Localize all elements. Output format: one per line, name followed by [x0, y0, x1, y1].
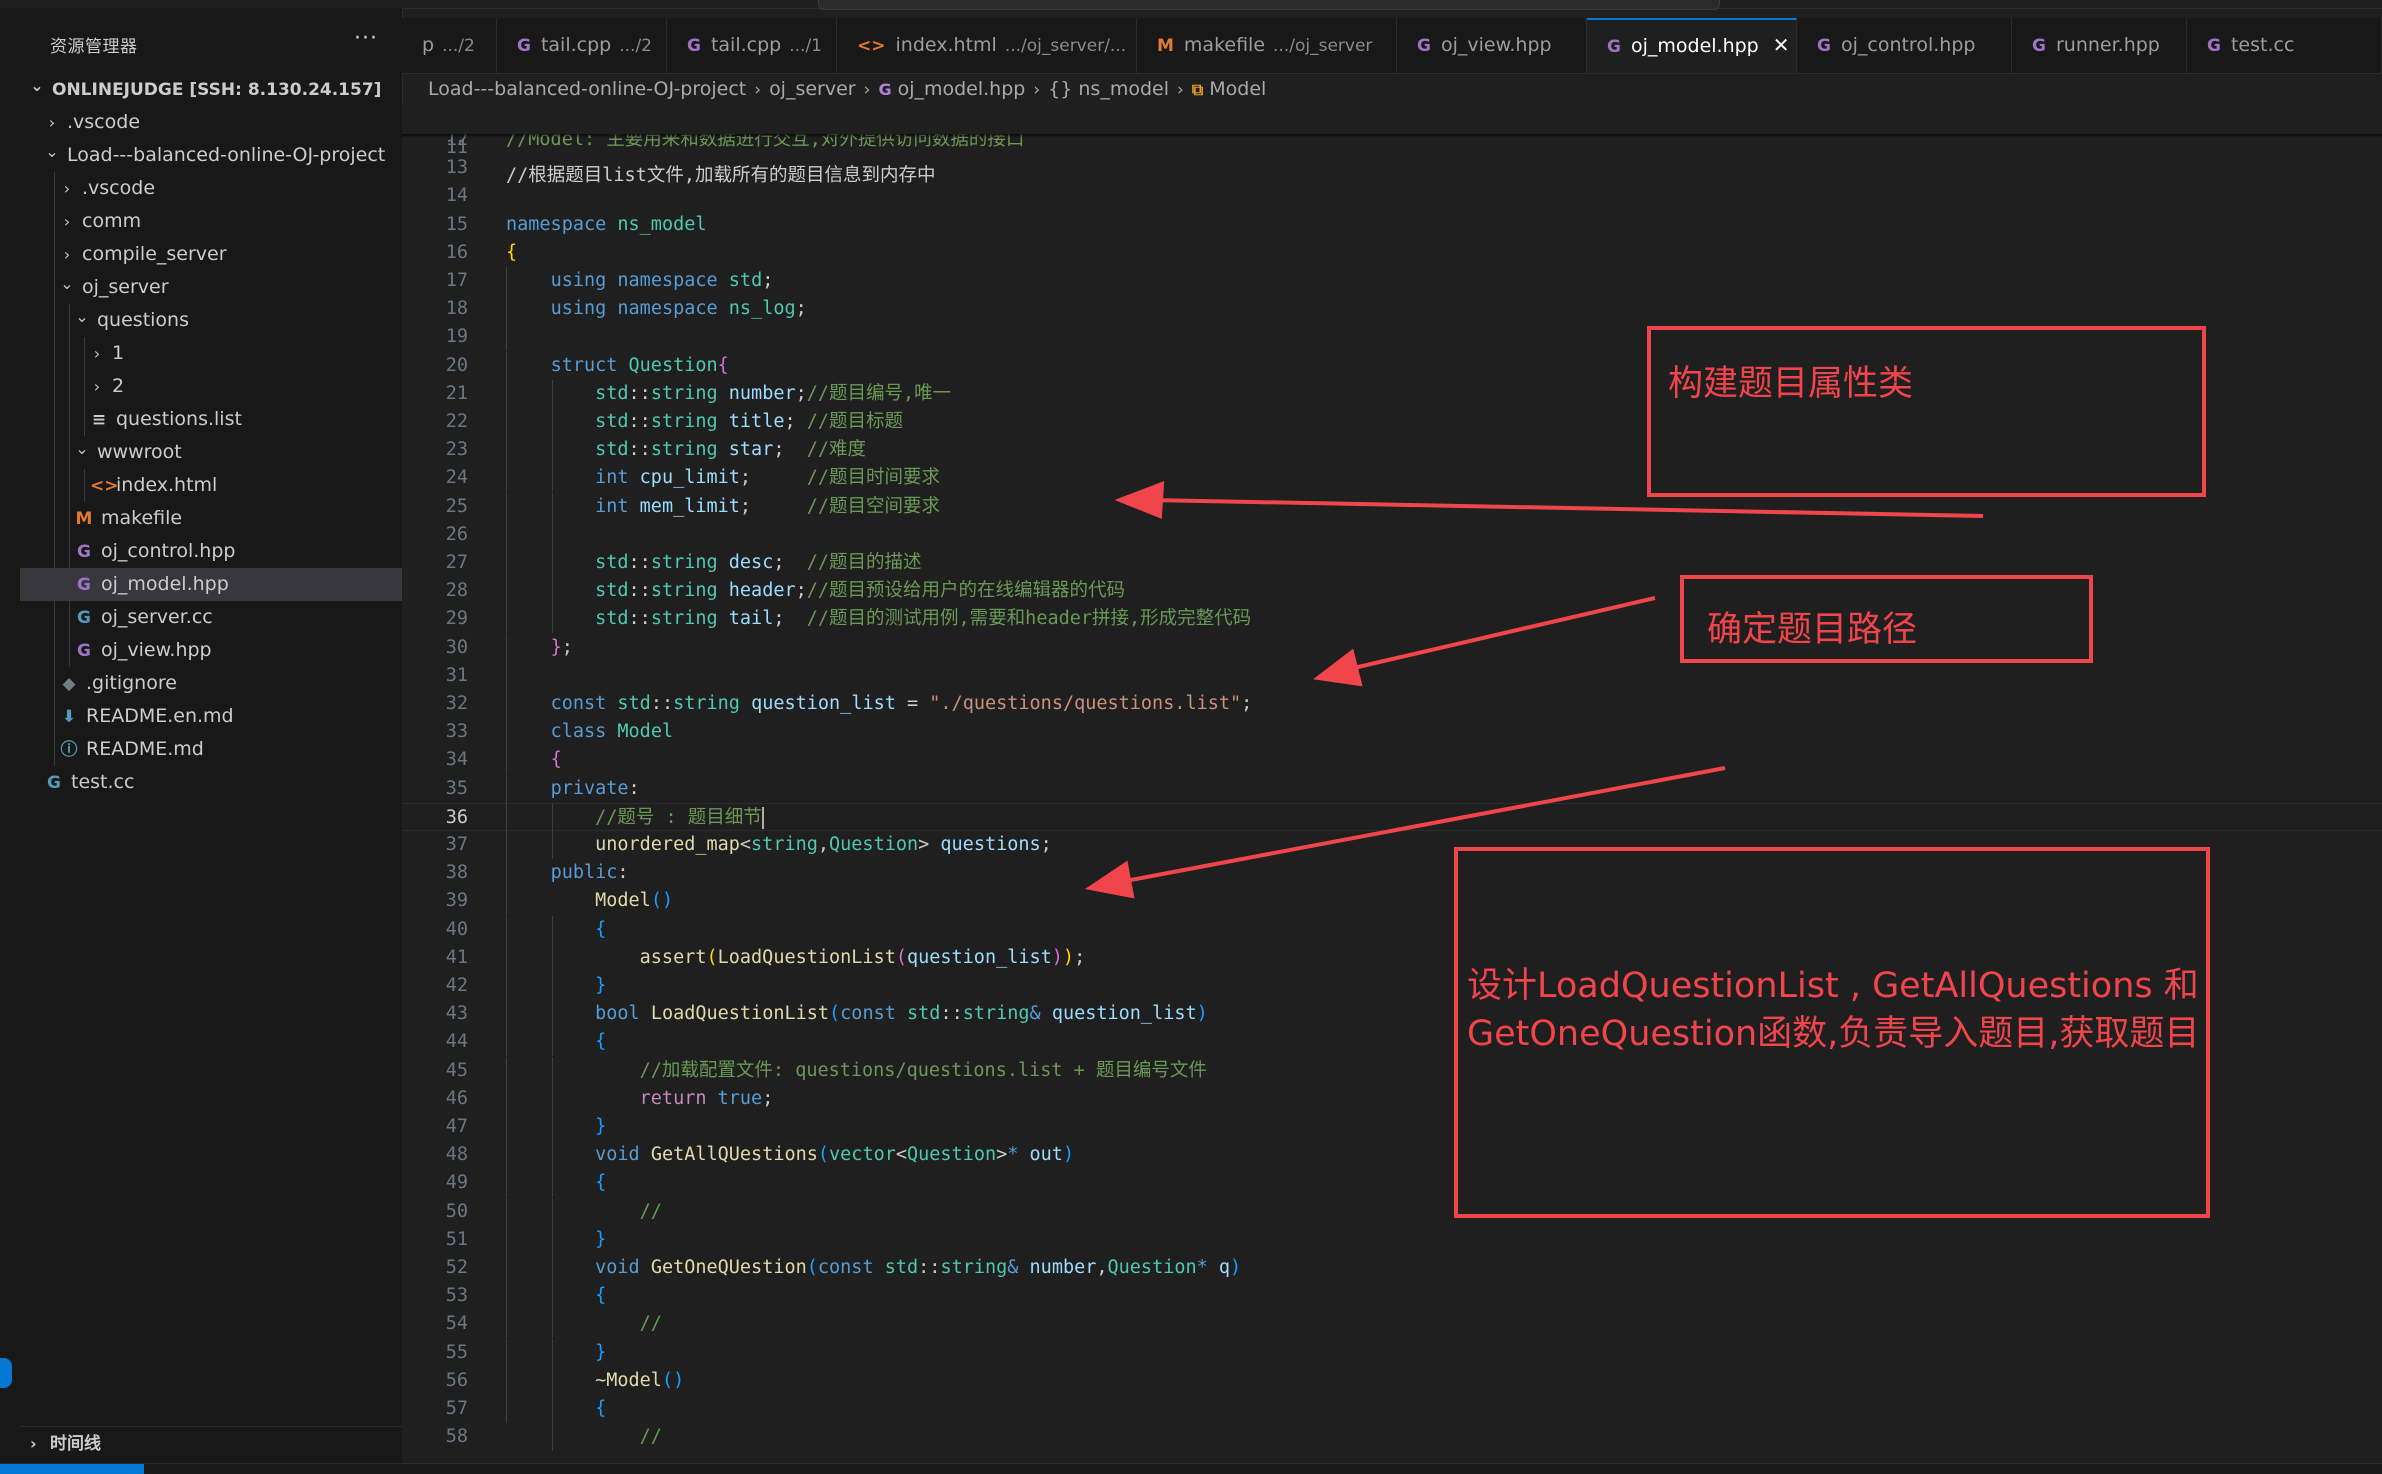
status-bar: [0, 1463, 2382, 1474]
arrow-2-head: [1312, 648, 1363, 687]
annotation-arrows: [1084, 481, 1984, 899]
arrow-1-head: [1114, 481, 1165, 519]
arrow-2: [1344, 596, 1656, 672]
arrow-3-head: [1084, 860, 1135, 899]
arrow-3: [1119, 766, 1726, 884]
arrow-1: [1149, 498, 1984, 518]
